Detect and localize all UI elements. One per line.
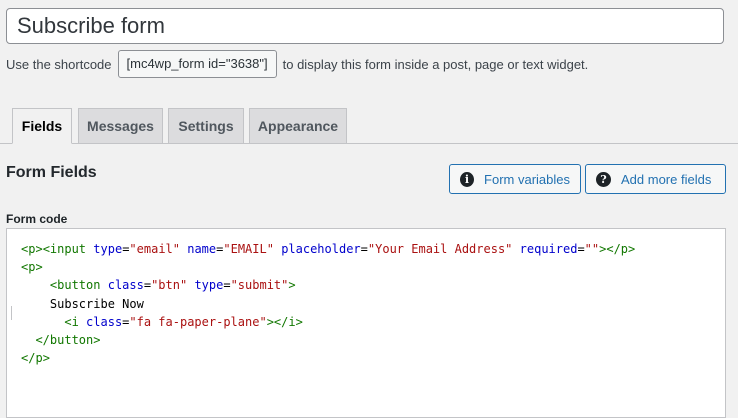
form-variables-label: Form variables [484,171,570,187]
code-line: <i class="fa fa-paper-plane"></i> [64,314,303,329]
code-line: Subscribe Now [21,296,144,311]
code-line: <button class="btn" type="submit"> [49,278,296,293]
indent-guide [11,306,12,320]
shortcode-suffix: to display this form inside a post, page… [282,56,589,72]
code-line: <p> [21,260,43,275]
tab-messages[interactable]: Messages [78,108,163,144]
shortcode-row: Use the shortcode [mc4wp_form id="3638"]… [6,50,588,78]
code-line: </p> [21,351,50,366]
question-icon: ? [596,171,611,187]
code-line: <p><input type="email" name="EMAIL" plac… [21,242,636,256]
info-icon: i [460,171,475,187]
code-line: </button> [35,332,101,347]
shortcode-field[interactable]: [mc4wp_form id="3638"] [117,50,277,78]
tab-appearance[interactable]: Appearance [249,108,347,144]
tab-fields[interactable]: Fields [12,108,72,144]
form-code-label: Form code [6,212,68,226]
shortcode-prefix: Use the shortcode [6,56,112,72]
form-title-input[interactable]: Subscribe form [6,8,724,44]
add-more-fields-label: Add more fields [621,171,712,187]
add-more-fields-button[interactable]: ? Add more fields [585,164,726,194]
tab-bar: Fields Messages Settings Appearance [0,108,738,144]
form-variables-button[interactable]: i Form variables [449,164,581,194]
section-title: Form Fields [6,164,97,181]
form-code-editor[interactable]: <p><input type="email" name="EMAIL" plac… [6,228,726,418]
tab-settings[interactable]: Settings [168,108,244,144]
